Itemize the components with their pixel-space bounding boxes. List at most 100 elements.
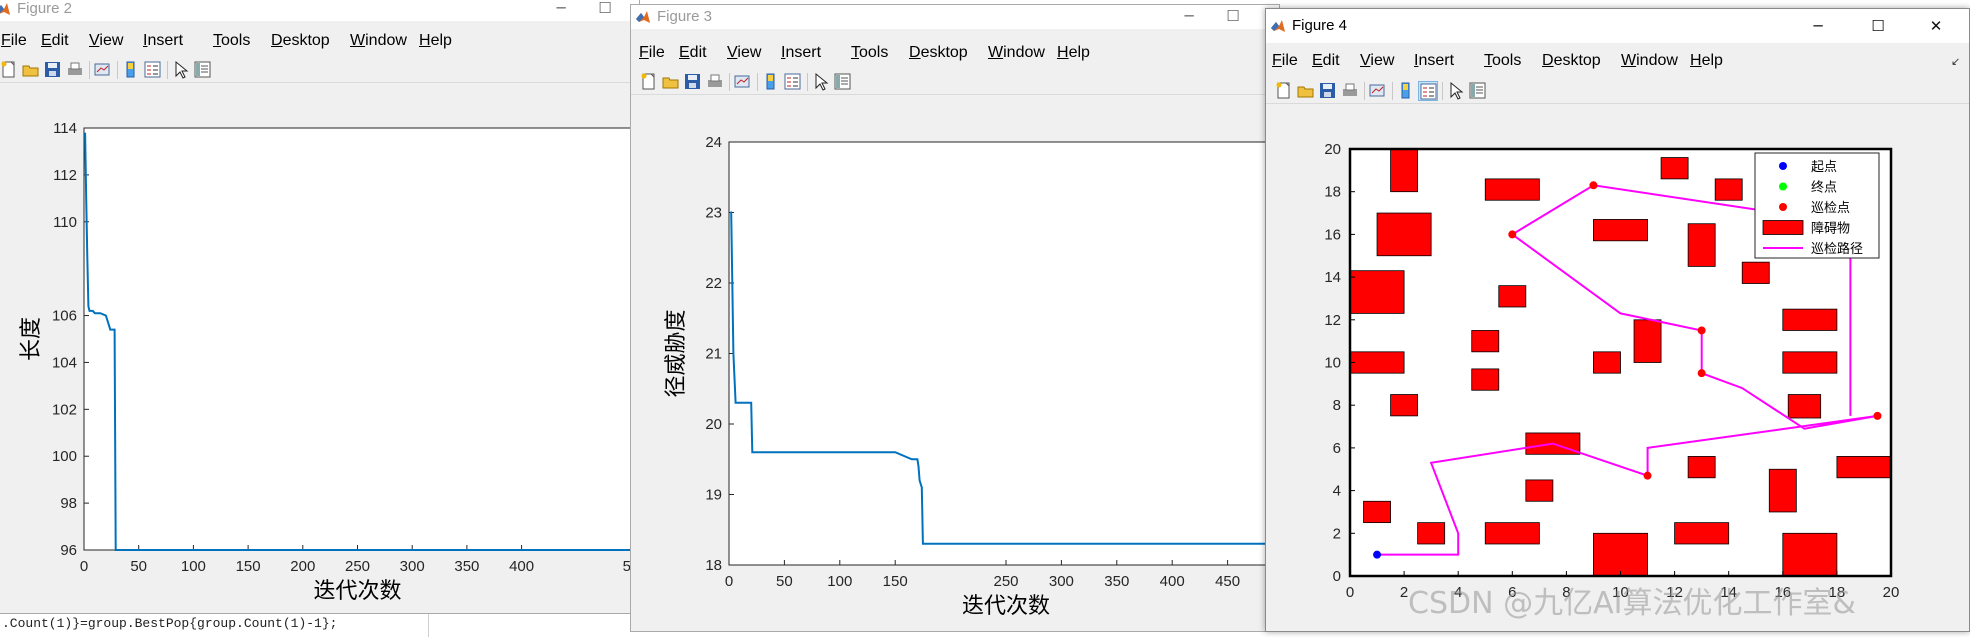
menu-help[interactable]: Help	[419, 32, 452, 50]
menu-edit[interactable]: Edit	[679, 44, 707, 62]
inspection-point-marker	[1508, 230, 1517, 239]
y-tick-label: 23	[705, 205, 722, 222]
x-tick-label: 150	[883, 573, 908, 590]
x-tick-label: 200	[290, 558, 315, 575]
print-button[interactable]	[65, 60, 85, 80]
colorbar-button[interactable]	[1396, 81, 1416, 101]
link-plot-button[interactable]	[1368, 81, 1388, 101]
colorbar-button[interactable]	[121, 60, 141, 80]
figure-2-chart[interactable]: 0501001502002503003504005096981001021041…	[0, 85, 640, 614]
save-button[interactable]	[1318, 81, 1338, 101]
link-plot-button[interactable]	[733, 72, 753, 92]
pointer-icon	[175, 60, 189, 79]
obstacle-rect	[1787, 394, 1822, 419]
figure-3-window[interactable]: Figure 3 ─ ☐ File Edit View Insert Tools Desk…	[630, 4, 1280, 632]
print-button[interactable]	[1340, 81, 1360, 101]
pointer-button[interactable]	[811, 72, 831, 92]
menu-file[interactable]: File	[1272, 52, 1298, 70]
minimize-icon[interactable]: ─	[539, 0, 583, 21]
figure-3-chart[interactable]: 0501001502503003504004505018192021222324…	[631, 97, 1280, 632]
maximize-icon[interactable]: ☐	[583, 0, 627, 21]
figure-2-window[interactable]: Figure 2 ─ ☐ File Edit View Insert Tools Desk…	[0, 0, 640, 614]
y-tick-label: 100	[52, 448, 77, 465]
y-tick-label: 8	[1333, 397, 1341, 414]
y-tick-label: 96	[60, 542, 77, 559]
menu-help[interactable]: Help	[1057, 44, 1090, 62]
x-tick-label: 350	[454, 558, 479, 575]
menu-insert[interactable]: Insert	[1414, 52, 1454, 70]
figure-2-titlebar[interactable]: Figure 2 ─ ☐	[0, 0, 639, 21]
menu-window[interactable]: Window	[1621, 52, 1678, 70]
y-tick-label: 22	[705, 275, 722, 292]
colorbar-icon	[1401, 82, 1410, 99]
menu-view[interactable]: View	[727, 44, 761, 62]
y-tick-label: 21	[705, 346, 722, 363]
pointer-button[interactable]	[1446, 81, 1466, 101]
menu-window[interactable]: Window	[350, 32, 407, 50]
print-button[interactable]	[705, 72, 725, 92]
figure-4-window[interactable]: Figure 4 ─ ☐ ✕ File Edit View Insert Tools De…	[1265, 8, 1970, 632]
menu-desktop[interactable]: Desktop	[909, 44, 968, 62]
menu-edit[interactable]: Edit	[41, 32, 69, 50]
obstacle-rect	[1417, 522, 1446, 545]
figure-2-plot-area: 0501001502002503003504005096981001021041…	[0, 85, 639, 613]
menu-view[interactable]: View	[1360, 52, 1394, 70]
link-plot-button[interactable]	[93, 60, 113, 80]
open-file-button[interactable]	[21, 60, 41, 80]
obstacle-rect	[1390, 148, 1419, 193]
pointer-button[interactable]	[171, 60, 191, 80]
menu-window[interactable]: Window	[988, 44, 1045, 62]
inspection-point-marker	[1873, 411, 1882, 420]
menu-file[interactable]: File	[639, 44, 665, 62]
menu-help[interactable]: Help	[1690, 52, 1723, 70]
maximize-icon[interactable]: ☐	[1856, 15, 1900, 39]
minimize-icon[interactable]: ─	[1167, 5, 1211, 29]
menu-insert[interactable]: Insert	[781, 44, 821, 62]
new-figure-button[interactable]	[639, 72, 659, 92]
colorbar-button[interactable]	[761, 72, 781, 92]
figure-3-title: Figure 3	[657, 8, 713, 25]
new-figure-icon	[641, 73, 655, 90]
legend-button[interactable]	[1418, 81, 1438, 101]
x-tick-label: 100	[181, 558, 206, 575]
obstacle-rect	[1633, 319, 1662, 363]
menu-desktop[interactable]: Desktop	[271, 32, 330, 50]
menu-insert[interactable]: Insert	[143, 32, 183, 50]
minimize-icon[interactable]: ─	[1796, 15, 1840, 39]
open-file-button[interactable]	[1296, 81, 1316, 101]
menu-tools[interactable]: Tools	[851, 44, 888, 62]
new-figure-button[interactable]	[0, 60, 19, 80]
figure-3-menubar: File Edit View Insert Tools Desktop Window Help	[631, 41, 1279, 65]
property-editor-icon	[194, 61, 211, 78]
maximize-icon[interactable]: ☐	[1211, 5, 1255, 29]
property-editor-button[interactable]	[1468, 81, 1488, 101]
y-axis-label: 径威胁度	[664, 309, 689, 397]
menu-desktop[interactable]: Desktop	[1542, 52, 1601, 70]
property-editor-icon	[834, 73, 851, 90]
menu-file[interactable]: File	[1, 32, 27, 50]
new-figure-button[interactable]	[1274, 81, 1294, 101]
menu-edit[interactable]: Edit	[1312, 52, 1340, 70]
print-icon	[68, 62, 82, 75]
figure-4-chart[interactable]: 0 2 4 6 8 10 12 14 16 18 2002468101214161820起点终点巡检…	[1266, 106, 1970, 632]
menu-tools[interactable]: Tools	[1484, 52, 1521, 70]
legend-button[interactable]	[783, 72, 803, 92]
inspection-point-marker	[1697, 369, 1706, 378]
figure-3-titlebar[interactable]: Figure 3 ─ ☐	[631, 5, 1279, 29]
y-tick-label: 102	[52, 401, 77, 418]
save-button[interactable]	[683, 72, 703, 92]
close-icon[interactable]: ✕	[1914, 15, 1958, 39]
legend-button[interactable]	[143, 60, 163, 80]
toolbar-separator	[807, 73, 808, 91]
figure-3-plot-area: 0501001502503003504004505018192021222324…	[631, 97, 1279, 631]
property-editor-button[interactable]	[833, 72, 853, 92]
save-button[interactable]	[43, 60, 63, 80]
legend-label: 障碍物	[1811, 222, 1850, 237]
property-editor-button[interactable]	[193, 60, 213, 80]
figure-4-titlebar[interactable]: Figure 4 ─ ☐ ✕	[1266, 9, 1969, 43]
open-file-button[interactable]	[661, 72, 681, 92]
y-tick-label: 14	[1324, 269, 1341, 286]
dock-arrow-icon[interactable]: ↙	[1951, 55, 1960, 68]
menu-view[interactable]: View	[89, 32, 123, 50]
menu-tools[interactable]: Tools	[213, 32, 250, 50]
